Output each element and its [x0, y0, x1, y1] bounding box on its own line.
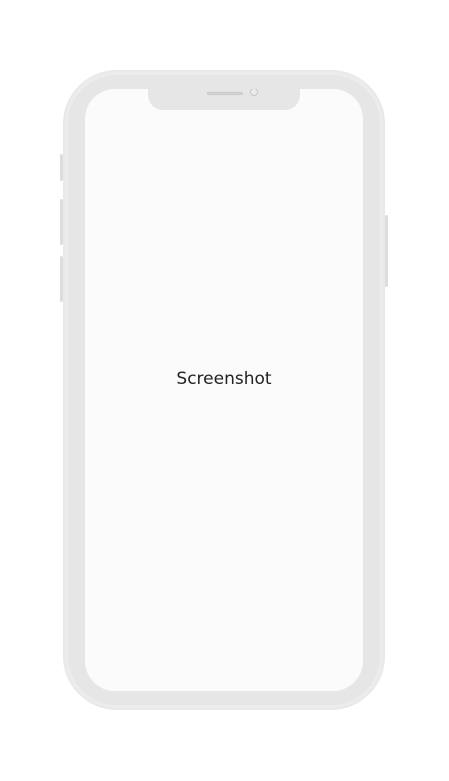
phone-screen: Screenshot — [85, 89, 363, 691]
power-button — [385, 215, 388, 287]
front-camera-icon — [250, 89, 258, 96]
screen-label: Screenshot — [176, 369, 272, 389]
notch — [148, 89, 300, 110]
phone-mockup-stage: Screenshot — [0, 0, 449, 781]
speaker-grille-icon — [207, 92, 243, 95]
